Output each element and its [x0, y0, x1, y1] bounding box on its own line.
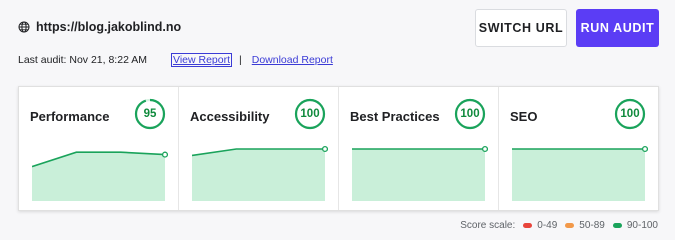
view-report-link[interactable]: View Report — [171, 53, 233, 67]
globe-icon — [18, 21, 30, 33]
legend-swatch — [565, 223, 575, 228]
download-report-link[interactable]: Download Report — [252, 54, 333, 66]
trend-latest-point — [481, 145, 488, 153]
legend-item-average: 50-89 — [565, 220, 605, 231]
card-title: SEO — [510, 109, 538, 124]
card-seo[interactable]: SEO 100 — [499, 87, 658, 210]
last-audit-text: Last audit: Nov 21, 8:22 AM — [18, 54, 147, 66]
score-value: 100 — [460, 108, 480, 120]
card-best-practices[interactable]: Best Practices 100 — [339, 87, 499, 210]
trend-latest-point — [161, 151, 168, 158]
trend-chart — [352, 145, 488, 201]
card-title: Performance — [30, 109, 110, 124]
score-value: 95 — [143, 108, 157, 120]
legend-swatch — [612, 223, 622, 228]
url-display: https://blog.jakoblind.no — [18, 20, 181, 34]
trend-chart — [512, 145, 648, 201]
trend-latest-point — [641, 145, 648, 153]
run-audit-button[interactable]: RUN AUDIT — [576, 9, 659, 47]
card-performance[interactable]: Performance 95 — [19, 87, 179, 210]
trend-area — [512, 149, 645, 201]
score-value: 100 — [620, 108, 640, 120]
score-scale-legend: Score scale: 0-49 50-89 90-100 — [460, 220, 658, 231]
switch-url-button[interactable]: SWITCH URL — [475, 9, 567, 47]
trend-chart — [32, 151, 168, 201]
trend-chart — [192, 145, 328, 201]
card-title: Best Practices — [350, 109, 440, 124]
trend-area — [352, 149, 485, 201]
link-separator: | — [239, 54, 242, 66]
trend-area — [192, 149, 325, 201]
legend-label: Score scale: — [460, 220, 516, 231]
card-accessibility[interactable]: Accessibility 100 — [179, 87, 339, 210]
legend-range: 0-49 — [537, 220, 558, 231]
legend-item-good: 90-100 — [612, 220, 658, 231]
audit-meta: Last audit: Nov 21, 8:22 AM View Report … — [18, 53, 333, 67]
legend-item-poor: 0-49 — [523, 220, 557, 231]
legend-range: 90-100 — [626, 220, 658, 231]
legend-swatch — [523, 223, 533, 228]
legend-range: 50-89 — [579, 220, 605, 231]
site-url: https://blog.jakoblind.no — [36, 20, 182, 34]
trend-latest-point — [321, 145, 328, 153]
score-cards: Performance 95 Accessibility 100 Best Pr… — [18, 86, 659, 211]
score-value: 100 — [300, 108, 320, 120]
card-title: Accessibility — [190, 109, 270, 124]
